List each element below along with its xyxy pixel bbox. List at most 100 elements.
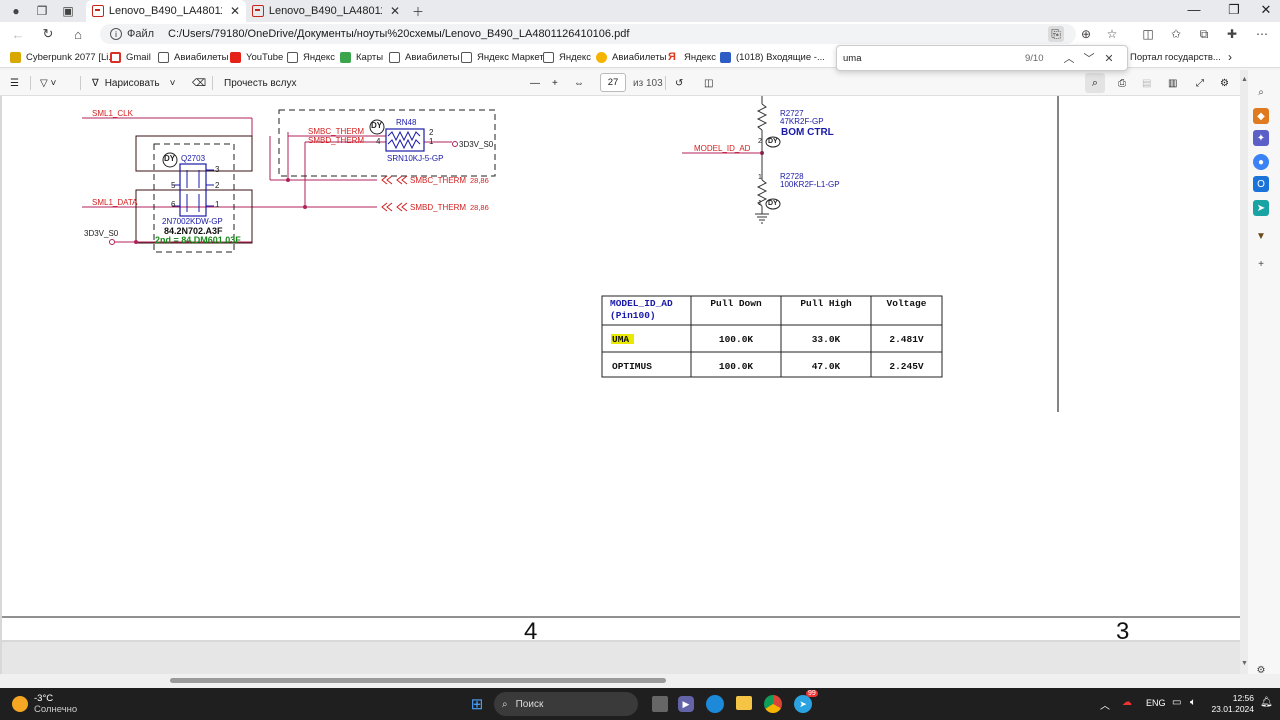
zoom-in-icon[interactable]: + bbox=[552, 75, 558, 91]
teams-icon[interactable]: ▶ bbox=[678, 696, 694, 712]
bookmark-item[interactable]: Я Яндекс bbox=[668, 49, 716, 65]
save-as-icon[interactable]: ▥ bbox=[1168, 75, 1177, 91]
bookmark-item[interactable]: Яндекс bbox=[287, 49, 335, 65]
tab-inactive[interactable]: Lenovo_B490_LA4801126410106 ✕ bbox=[246, 0, 406, 22]
task-view-icon[interactable] bbox=[652, 696, 668, 712]
back-icon[interactable]: ← bbox=[10, 26, 26, 42]
menu-icon[interactable]: ⋯ bbox=[1254, 26, 1270, 42]
games-icon[interactable]: ● bbox=[1253, 154, 1269, 170]
bookmark-label: Яндекс bbox=[684, 51, 716, 63]
info-icon[interactable]: i bbox=[110, 28, 122, 40]
network-icon[interactable]: ▭ bbox=[1172, 697, 1181, 708]
rotate-icon[interactable]: ↺ bbox=[675, 75, 683, 91]
split-screen-icon[interactable]: ◫ bbox=[1140, 26, 1156, 42]
horizontal-scrollbar[interactable] bbox=[0, 674, 1280, 688]
profile-icon[interactable]: ● bbox=[8, 3, 24, 19]
vertical-scrollbar[interactable]: ▲ ▼ bbox=[1240, 70, 1248, 674]
search-icon[interactable]: ⌕ bbox=[1085, 73, 1105, 93]
chevron-right-icon[interactable]: › bbox=[1228, 49, 1232, 65]
bookmark-item[interactable]: Авиабилеты bbox=[596, 49, 666, 65]
fullscreen-icon[interactable]: ⤢ bbox=[1196, 75, 1204, 91]
net-label: SMBD_THERM bbox=[308, 136, 365, 145]
outlook-icon[interactable]: O bbox=[1253, 176, 1269, 192]
notifications-icon[interactable]: 🔔︎ bbox=[1260, 697, 1273, 708]
shopping-icon[interactable]: ◆ bbox=[1253, 108, 1269, 124]
find-close-icon[interactable]: ✕ bbox=[1099, 52, 1119, 65]
bookmark-item[interactable]: Cyberpunk 2077 [Li... bbox=[10, 49, 116, 65]
page-total: из 103 bbox=[633, 77, 663, 89]
restore-icon[interactable]: ❐ bbox=[1224, 2, 1244, 18]
chrome-icon[interactable] bbox=[764, 695, 782, 713]
extensions-icon[interactable]: ✚ bbox=[1224, 26, 1240, 42]
scroll-down-icon[interactable]: ▼ bbox=[1241, 660, 1248, 667]
bookmark-item[interactable]: Авиабилеты bbox=[389, 49, 459, 65]
find-input[interactable]: uma bbox=[843, 53, 1003, 64]
clock[interactable]: 12:56 23.01.2024 bbox=[1210, 693, 1254, 715]
extension-icon[interactable]: ▼ bbox=[1253, 228, 1269, 244]
language-indicator[interactable]: ENG bbox=[1146, 698, 1166, 708]
bookmark-item[interactable]: Портал государств... bbox=[1130, 49, 1221, 65]
read-aloud-button[interactable]: Прочесть вслух bbox=[224, 75, 296, 91]
bookmark-item[interactable]: Авиабилеты bbox=[158, 49, 228, 65]
bookmark-item[interactable]: Карты bbox=[340, 49, 383, 65]
bookmark-label: Gmail bbox=[126, 51, 151, 63]
refresh-icon[interactable]: ↻ bbox=[40, 26, 56, 42]
search-placeholder: Поиск bbox=[515, 698, 544, 710]
draw-button[interactable]: ∇ Нарисовать ˅ bbox=[92, 75, 175, 91]
contents-icon[interactable]: ☰ bbox=[10, 75, 19, 91]
save-icon[interactable]: ▤ bbox=[1142, 75, 1151, 91]
zoom-out-icon[interactable]: — bbox=[530, 75, 540, 91]
file-explorer-icon[interactable] bbox=[736, 696, 752, 710]
bookmark-item[interactable]: Яндекс bbox=[543, 49, 591, 65]
tools-icon[interactable]: ✦ bbox=[1253, 130, 1269, 146]
tab-active[interactable]: Lenovo_B490_LA4801126410106 ✕ bbox=[86, 0, 246, 22]
edge-icon[interactable] bbox=[706, 695, 724, 713]
taskbar-search[interactable]: ⌕ Поиск bbox=[494, 692, 638, 716]
table-header-cell: Pull Down bbox=[710, 298, 762, 309]
add-icon[interactable]: + bbox=[1253, 256, 1269, 272]
start-icon[interactable]: ⊞ bbox=[468, 696, 486, 713]
send-icon[interactable]: ➤ bbox=[1253, 200, 1269, 216]
table-cell: 100.0K bbox=[718, 334, 754, 345]
cloud-icon[interactable]: ☁ bbox=[1122, 697, 1132, 708]
tab-actions-icon[interactable]: ▣ bbox=[60, 3, 76, 19]
close-tab-icon[interactable]: ✕ bbox=[390, 4, 400, 18]
weather-icon[interactable] bbox=[12, 696, 28, 712]
favorite-star-icon[interactable]: ☆ bbox=[1104, 26, 1120, 42]
find-next-icon[interactable]: ﹀ bbox=[1079, 50, 1099, 66]
workspaces-icon[interactable]: ❐ bbox=[34, 3, 50, 19]
offpage-label: SMBD_THERM bbox=[410, 203, 467, 212]
search-icon[interactable]: ⌕ bbox=[1253, 84, 1269, 100]
page-number-input[interactable]: 27 bbox=[600, 73, 626, 92]
new-tab-icon[interactable]: ＋ bbox=[410, 3, 426, 19]
find-prev-icon[interactable]: ︿ bbox=[1059, 50, 1079, 66]
bookmark-item[interactable]: YouTube bbox=[230, 49, 283, 65]
close-window-icon[interactable]: ✕ bbox=[1256, 2, 1276, 18]
highlight-icon[interactable]: ▽ ˅ bbox=[40, 75, 56, 91]
scrollbar-thumb[interactable] bbox=[170, 678, 666, 683]
zoom-icon[interactable]: ⊕ bbox=[1078, 26, 1094, 42]
page-view-icon[interactable]: ◫ bbox=[704, 75, 713, 91]
chevron-up-icon[interactable]: ︿ bbox=[1100, 697, 1110, 712]
url-field[interactable]: i Файл C:/Users/79180/OneDrive/Документы… bbox=[100, 24, 1076, 44]
second-source: 2nd = 84.DM601.03F bbox=[155, 235, 241, 245]
address-bar: ← ↻ ⌂ i Файл C:/Users/79180/OneDrive/Док… bbox=[0, 22, 1280, 46]
bookmark-item[interactable]: Яндекс Маркет bbox=[461, 49, 544, 65]
telegram-icon[interactable]: ➤ bbox=[794, 695, 812, 713]
bookmark-item[interactable]: (1018) Входящие -... bbox=[720, 49, 825, 65]
scroll-up-icon[interactable]: ▲ bbox=[1241, 76, 1248, 83]
weather-widget[interactable]: -3°C Солнечно bbox=[34, 693, 77, 715]
minimize-icon[interactable]: — bbox=[1184, 2, 1204, 17]
settings-icon[interactable]: ⚙ bbox=[1220, 75, 1229, 91]
collections-icon[interactable]: ⧉ bbox=[1196, 26, 1212, 42]
fit-page-icon[interactable]: ⇔ bbox=[574, 75, 584, 91]
volume-icon[interactable]: 🔈︎ bbox=[1190, 697, 1196, 708]
bookmark-item[interactable]: Gmail bbox=[110, 49, 151, 65]
favorites-icon[interactable]: ✩ bbox=[1168, 26, 1184, 42]
pdf-viewport[interactable]: SML1_CLK SML1_DATA 3D3V_S0 DY DY Q2703 3… bbox=[0, 96, 1240, 674]
close-tab-icon[interactable]: ✕ bbox=[230, 4, 240, 18]
eraser-icon[interactable]: ⌫ bbox=[192, 75, 206, 91]
reader-icon[interactable]: ⎘ bbox=[1048, 26, 1064, 42]
print-icon[interactable]: ⎙ bbox=[1118, 75, 1126, 91]
home-icon[interactable]: ⌂ bbox=[70, 26, 86, 42]
